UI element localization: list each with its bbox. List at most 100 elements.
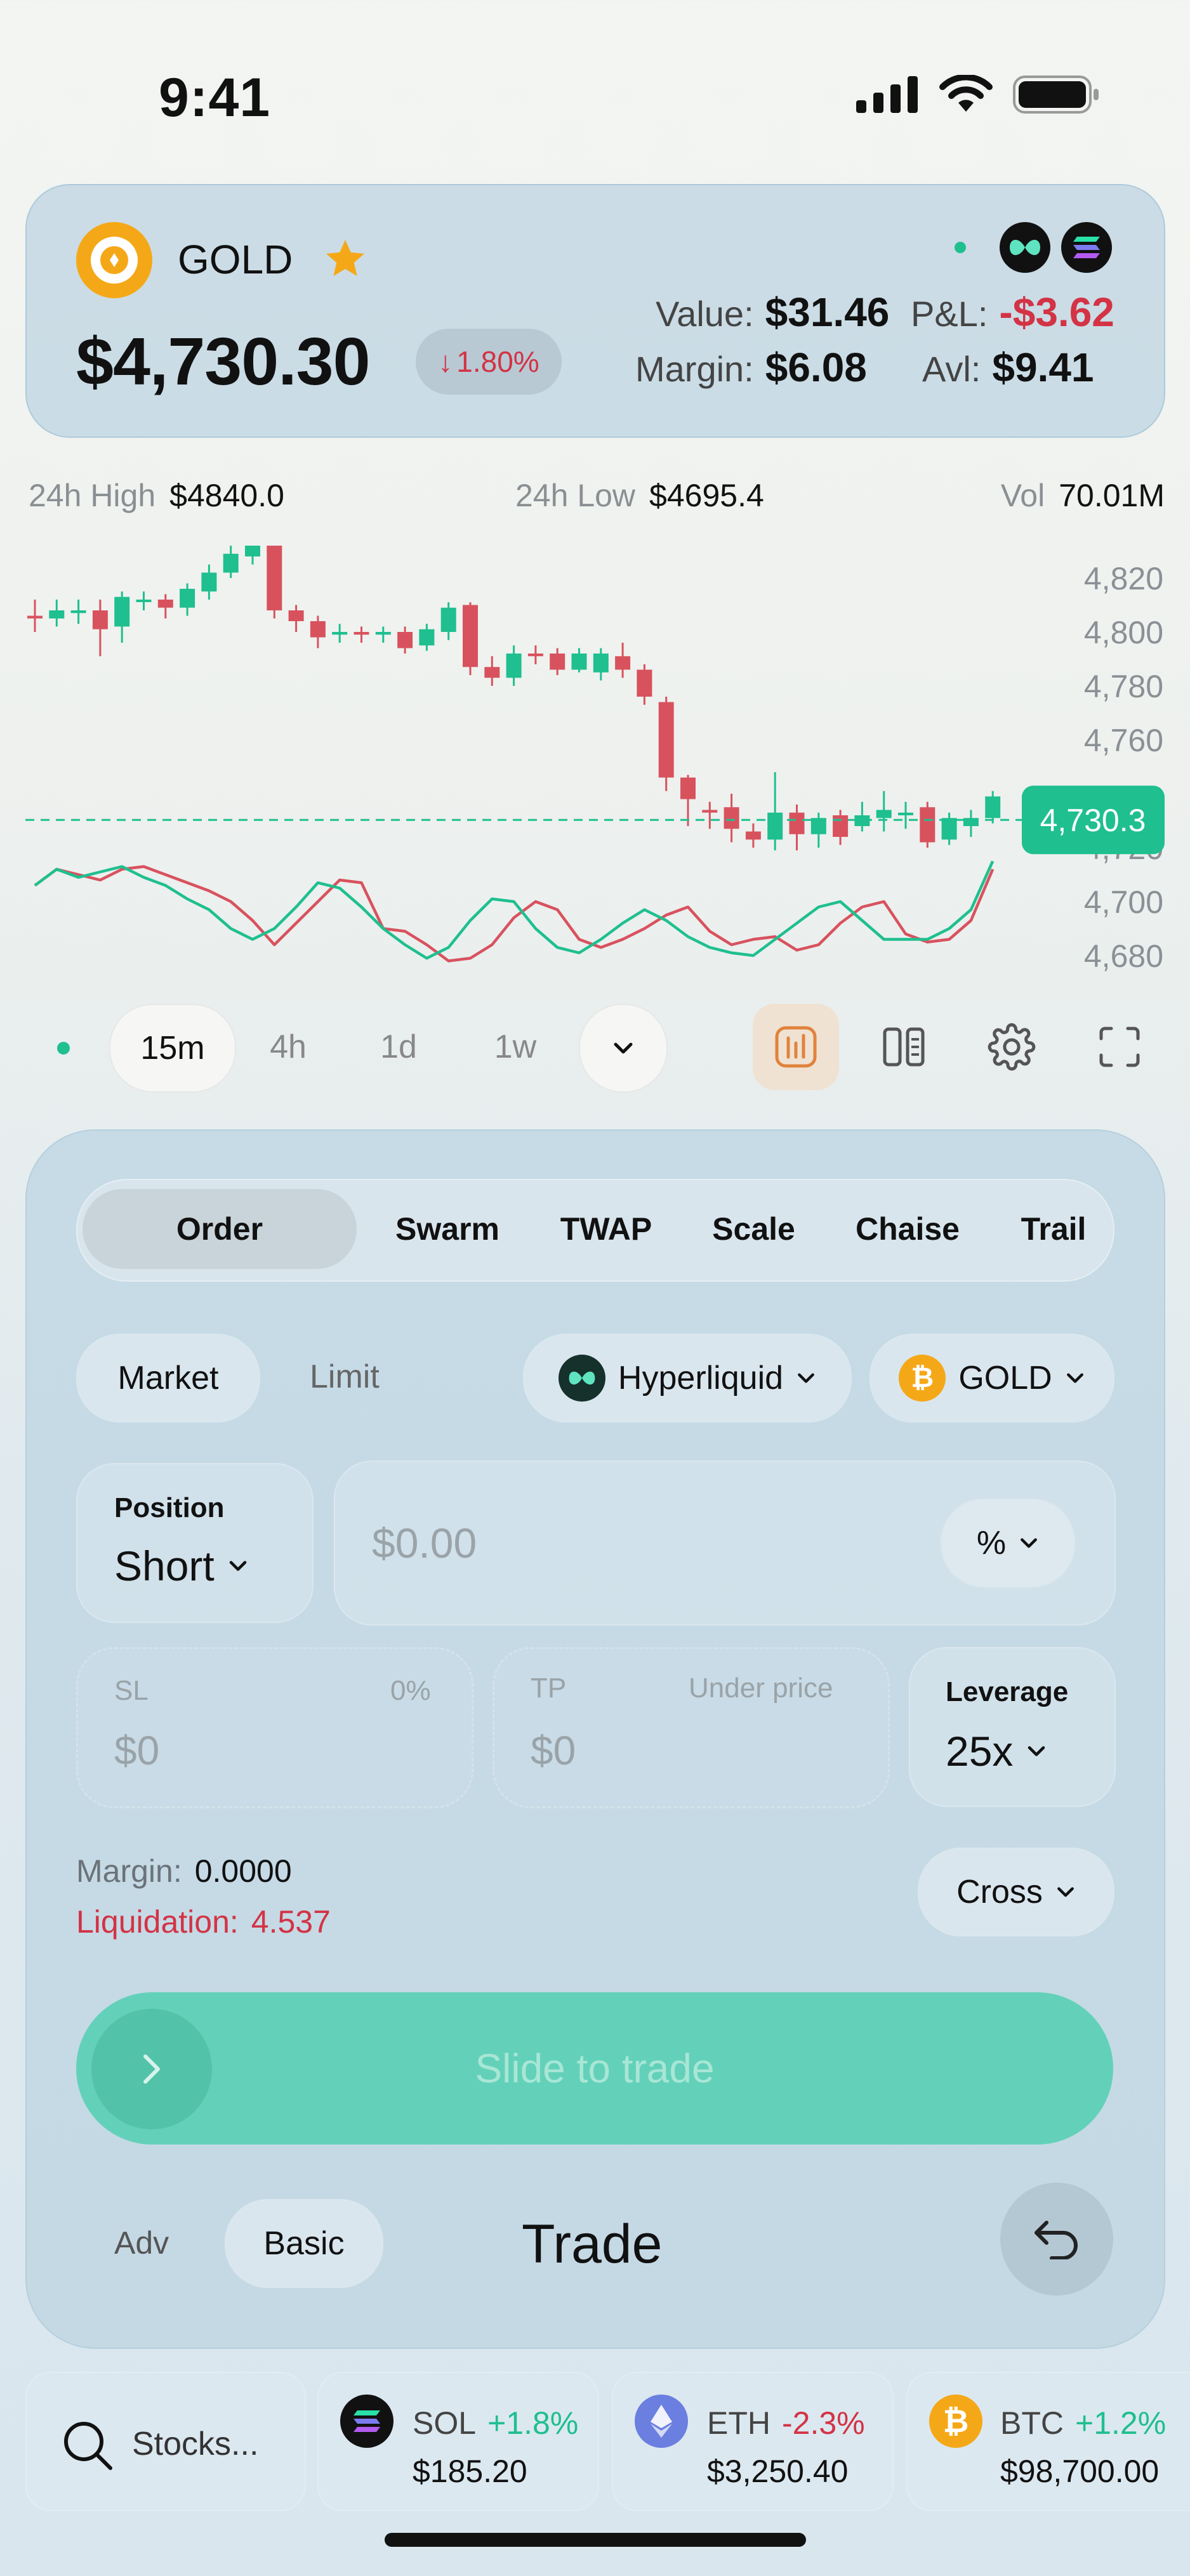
chevron-down-icon	[1057, 1887, 1074, 1897]
slide-to-trade-handle[interactable]	[91, 2009, 212, 2129]
hyperliquid-icon[interactable]	[1000, 222, 1050, 273]
status-icons	[856, 75, 1101, 114]
liquidation-info: Liquidation: 4.537	[76, 1904, 331, 1940]
tp-label: TP	[531, 1672, 567, 1704]
candle-body	[506, 654, 522, 678]
y-tick-label: 4,800	[1084, 615, 1163, 650]
tp-hint: Under price	[689, 1672, 833, 1704]
candle-body	[615, 656, 631, 670]
chevron-down-icon	[1021, 1538, 1038, 1548]
tab-order[interactable]: Order	[83, 1189, 357, 1269]
candle-body	[288, 610, 304, 621]
timeframe-1d[interactable]: 1d	[360, 1004, 437, 1090]
candle-body	[332, 632, 348, 635]
undo-button[interactable]	[1000, 2183, 1113, 2296]
candle-body	[527, 654, 543, 657]
timeframe-live-dot	[57, 1042, 70, 1055]
search-input[interactable]: Stocks...	[132, 2425, 258, 2463]
ticker-sol-price: $185.20	[413, 2454, 527, 2489]
gear-icon	[988, 1023, 1036, 1071]
indicators-button[interactable]	[753, 1004, 839, 1090]
candle-body	[833, 815, 849, 837]
tab-trail[interactable]: Trail	[1003, 1189, 1104, 1269]
exchange-label: Hyperliquid	[618, 1360, 784, 1396]
order-type-limit[interactable]: Limit	[310, 1358, 380, 1396]
timeframe-15m[interactable]: 15m	[109, 1004, 236, 1093]
candle-body	[354, 632, 369, 635]
candle-body	[440, 607, 456, 632]
y-tick-label: 4,700	[1084, 884, 1163, 920]
solana-icon[interactable]	[1061, 222, 1112, 273]
candle-body	[985, 796, 1001, 818]
favorite-star-icon[interactable]	[322, 236, 368, 282]
amount-unit-select[interactable]: %	[941, 1499, 1075, 1587]
candle-body	[27, 615, 43, 619]
timeframe-1w[interactable]: 1w	[477, 1004, 553, 1090]
asset-price: $4,730.30	[76, 324, 371, 399]
mode-adv[interactable]: Adv	[114, 2224, 169, 2261]
home-indicator[interactable]	[385, 2533, 806, 2547]
candle-body	[201, 572, 217, 592]
stat-24h-high: 24h High $4840.0	[29, 478, 284, 513]
undo-icon	[1035, 2221, 1078, 2259]
orderbook-button[interactable]	[861, 1004, 947, 1090]
value-stat: Value: $31.46	[656, 289, 890, 335]
book-columns-icon	[883, 1027, 925, 1067]
signal-icon	[856, 76, 918, 113]
tp-input[interactable]: $0	[531, 1727, 576, 1774]
candle-body	[920, 807, 935, 843]
candle-body	[767, 812, 783, 840]
candle-body	[941, 818, 957, 840]
candle-body	[157, 600, 173, 608]
timeframe-4h[interactable]: 4h	[250, 1004, 326, 1090]
ethereum-icon	[635, 2395, 688, 2448]
candle-body	[789, 812, 805, 834]
sl-input[interactable]: $0	[114, 1727, 159, 1774]
candle-body	[463, 605, 478, 667]
chevron-down-icon	[614, 1042, 633, 1054]
asset-select[interactable]: ₿ GOLD	[869, 1334, 1114, 1423]
btc-icon: ₿	[899, 1355, 946, 1402]
mode-basic[interactable]: Basic	[225, 2199, 383, 2288]
candle-body	[898, 812, 913, 815]
ticker-btc-head: BTC +1.2%	[1000, 2405, 1167, 2441]
candle-body	[114, 596, 130, 627]
chart-settings-button[interactable]	[969, 1004, 1055, 1090]
current-price-label: 4,730.3	[1040, 803, 1146, 838]
available-stat: Avl: $9.41	[922, 345, 1094, 390]
y-tick-label: 4,820	[1084, 561, 1163, 596]
leverage-value[interactable]: 25x	[946, 1727, 1047, 1775]
indicator-line-0	[34, 865, 995, 963]
chevron-down-icon	[798, 1373, 814, 1383]
fullscreen-button[interactable]	[1076, 1004, 1163, 1090]
candle-body	[136, 600, 152, 602]
ticker-sol-head: SOL +1.8%	[413, 2405, 579, 2441]
tab-twap[interactable]: TWAP	[546, 1189, 666, 1269]
btc-icon: ₿	[929, 2395, 982, 2448]
exchange-select[interactable]: Hyperliquid	[523, 1334, 852, 1423]
asset-symbol: GOLD	[178, 237, 293, 282]
search-icon	[64, 2422, 112, 2470]
candle-body	[180, 589, 195, 608]
amount-input[interactable]: $0.00	[372, 1519, 477, 1567]
candle-body	[397, 632, 413, 648]
wifi-icon	[939, 75, 993, 112]
margin-mode-select[interactable]: Cross	[918, 1848, 1114, 1936]
price-chart[interactable]: 4,8204,8004,7804,7604,7204,7004,6804,730…	[0, 546, 1190, 977]
candle-body	[658, 702, 674, 778]
candle-body	[267, 546, 282, 610]
candle-body	[310, 621, 326, 638]
tab-scale[interactable]: Scale	[698, 1189, 809, 1269]
tab-chaise[interactable]: Chaise	[838, 1189, 977, 1269]
y-tick-label: 4,760	[1084, 723, 1163, 758]
candle-body	[876, 810, 892, 818]
ticker-btc-price: $98,700.00	[1000, 2454, 1160, 2489]
order-type-market[interactable]: Market	[76, 1334, 260, 1423]
position-value[interactable]: Short	[114, 1542, 249, 1590]
panel-title: Trade	[522, 2214, 663, 2275]
candle-body	[745, 831, 761, 840]
candle-body	[571, 654, 587, 670]
expand-icon	[1099, 1027, 1140, 1067]
tab-swarm[interactable]: Swarm	[381, 1189, 514, 1269]
timeframe-more-button[interactable]	[579, 1004, 668, 1093]
